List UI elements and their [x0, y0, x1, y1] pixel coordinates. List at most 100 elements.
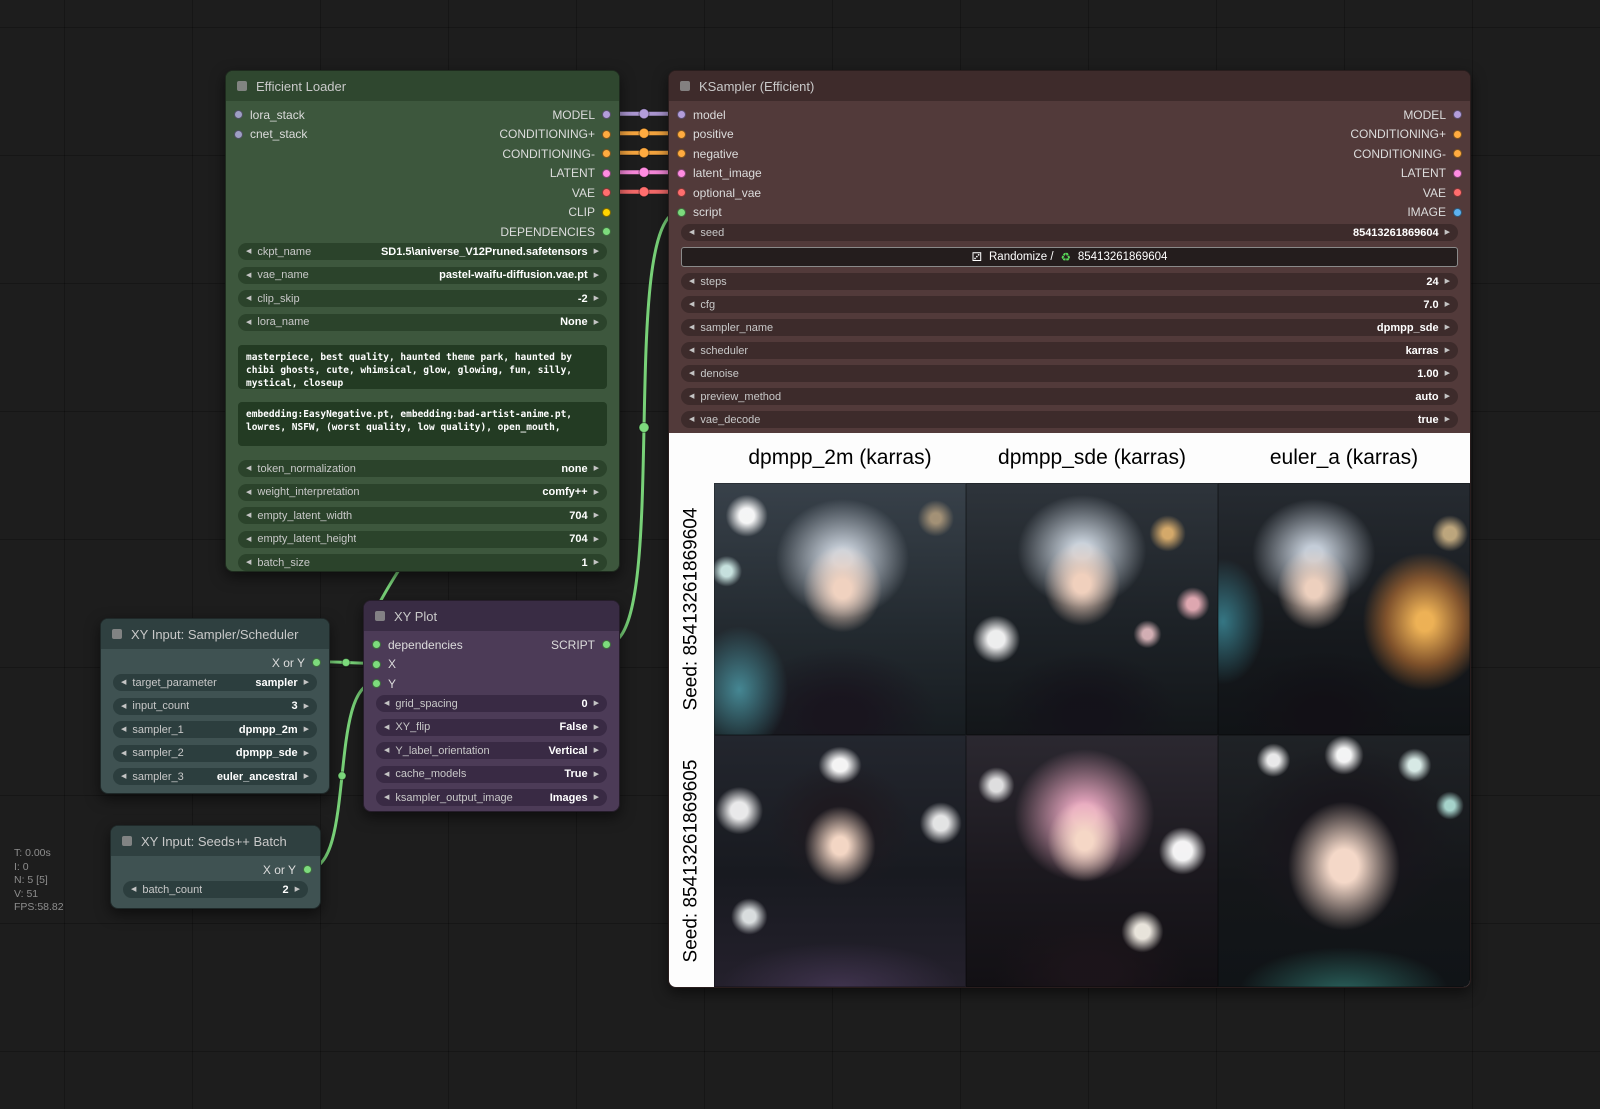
- x-input-dot[interactable]: [372, 660, 381, 669]
- latent-output-dot[interactable]: [602, 169, 611, 178]
- next-arrow-icon[interactable]: ▶: [1445, 324, 1450, 331]
- prev-arrow-icon[interactable]: ◀: [689, 347, 694, 354]
- prev-arrow-icon[interactable]: ◀: [246, 248, 251, 255]
- widget-batch-count[interactable]: ◀ batch_count 2 ▶: [123, 881, 308, 898]
- input-slot-y[interactable]: Y: [372, 674, 463, 694]
- next-arrow-icon[interactable]: ▶: [594, 771, 599, 778]
- prev-arrow-icon[interactable]: ◀: [689, 370, 694, 377]
- node-xy-input-sampler-scheduler[interactable]: XY Input: Sampler/Scheduler X or Y ◀ tar…: [100, 618, 330, 794]
- output-slot-latent[interactable]: LATENT: [499, 164, 611, 184]
- output-slot-latent[interactable]: LATENT: [1350, 164, 1462, 184]
- node-xy-plot[interactable]: XY Plot dependencies X Y SCRIPT ◀ grid_s…: [363, 600, 620, 812]
- next-arrow-icon[interactable]: ▶: [295, 886, 300, 893]
- next-arrow-icon[interactable]: ▶: [594, 272, 599, 279]
- input-slot-cnet-stack[interactable]: cnet_stack: [234, 125, 307, 145]
- node-header-xy-sampler[interactable]: XY Input: Sampler/Scheduler: [101, 619, 329, 649]
- output-slot-image[interactable]: IMAGE: [1350, 203, 1462, 223]
- positive-prompt-textarea[interactable]: masterpiece, best quality, haunted theme…: [238, 345, 607, 389]
- negative-prompt-textarea[interactable]: embedding:EasyNegative.pt, embedding:bad…: [238, 402, 607, 446]
- widget-sampler-name[interactable]: ◀ sampler_name dpmpp_sde ▶: [681, 319, 1458, 336]
- collapse-icon[interactable]: [680, 81, 690, 91]
- widget-grid-spacing[interactable]: ◀ grid_spacing 0 ▶: [376, 695, 607, 712]
- collapse-icon[interactable]: [375, 611, 385, 621]
- next-arrow-icon[interactable]: ▶: [304, 726, 309, 733]
- next-arrow-icon[interactable]: ▶: [1445, 301, 1450, 308]
- prev-arrow-icon[interactable]: ◀: [689, 324, 694, 331]
- widget-vae-name[interactable]: ◀ vae_name pastel-waifu-diffusion.vae.pt…: [238, 267, 607, 284]
- output-slot-conditioning-minus[interactable]: CONDITIONING-: [1350, 144, 1462, 164]
- next-arrow-icon[interactable]: ▶: [594, 700, 599, 707]
- next-arrow-icon[interactable]: ▶: [594, 559, 599, 566]
- next-arrow-icon[interactable]: ▶: [594, 465, 599, 472]
- node-header-efficient-loader[interactable]: Efficient Loader: [226, 71, 619, 101]
- widget-weight-interpretation[interactable]: ◀ weight_interpretation comfy++ ▶: [238, 484, 607, 501]
- prev-arrow-icon[interactable]: ◀: [121, 726, 126, 733]
- input-slot-lora-stack[interactable]: lora_stack: [234, 105, 307, 125]
- next-arrow-icon[interactable]: ▶: [1445, 229, 1450, 236]
- input-slot-optional-vae[interactable]: optional_vae: [677, 183, 762, 203]
- next-arrow-icon[interactable]: ▶: [594, 536, 599, 543]
- vae-output-dot[interactable]: [1453, 188, 1462, 197]
- prev-arrow-icon[interactable]: ◀: [246, 295, 251, 302]
- dependencies-output-dot[interactable]: [602, 227, 611, 236]
- widget-seed[interactable]: ◀ seed 85413261869604 ▶: [681, 224, 1458, 241]
- input-slot-latent-image[interactable]: latent_image: [677, 164, 762, 184]
- prev-arrow-icon[interactable]: ◀: [384, 724, 389, 731]
- next-arrow-icon[interactable]: ▶: [594, 512, 599, 519]
- next-arrow-icon[interactable]: ▶: [594, 319, 599, 326]
- output-slot-x-or-y[interactable]: X or Y: [263, 860, 312, 880]
- next-arrow-icon[interactable]: ▶: [304, 679, 309, 686]
- next-arrow-icon[interactable]: ▶: [1445, 416, 1450, 423]
- y-input-dot[interactable]: [372, 679, 381, 688]
- node-header-xy-plot[interactable]: XY Plot: [364, 601, 619, 631]
- vae-output-dot[interactable]: [602, 188, 611, 197]
- conditioning-minus-output-dot[interactable]: [602, 149, 611, 158]
- script-input-dot[interactable]: [677, 208, 686, 217]
- prev-arrow-icon[interactable]: ◀: [384, 747, 389, 754]
- script-output-dot[interactable]: [602, 640, 611, 649]
- randomize-seed-button[interactable]: ⚂ Randomize / ♻ 85413261869604: [681, 247, 1458, 267]
- widget-steps[interactable]: ◀ steps 24 ▶: [681, 273, 1458, 290]
- input-slot-positive[interactable]: positive: [677, 125, 762, 145]
- latent-image-input-dot[interactable]: [677, 169, 686, 178]
- prev-arrow-icon[interactable]: ◀: [121, 773, 126, 780]
- optional-vae-input-dot[interactable]: [677, 188, 686, 197]
- widget-cache-models[interactable]: ◀ cache_models True ▶: [376, 766, 607, 783]
- clip-output-dot[interactable]: [602, 208, 611, 217]
- output-slot-model[interactable]: MODEL: [1350, 105, 1462, 125]
- next-arrow-icon[interactable]: ▶: [594, 747, 599, 754]
- output-slot-model[interactable]: MODEL: [499, 105, 611, 125]
- widget-vae-decode[interactable]: ◀ vae_decode true ▶: [681, 411, 1458, 428]
- output-slot-vae[interactable]: VAE: [499, 183, 611, 203]
- widget-preview-method[interactable]: ◀ preview_method auto ▶: [681, 388, 1458, 405]
- prev-arrow-icon[interactable]: ◀: [384, 700, 389, 707]
- positive-input-dot[interactable]: [677, 130, 686, 139]
- model-input-dot[interactable]: [677, 110, 686, 119]
- dependencies-input-dot[interactable]: [372, 640, 381, 649]
- widget-target-parameter[interactable]: ◀ target_parameter sampler ▶: [113, 674, 317, 691]
- widget-token-normalization[interactable]: ◀ token_normalization none ▶: [238, 460, 607, 477]
- latent-output-dot[interactable]: [1453, 169, 1462, 178]
- conditioning-plus-output-dot[interactable]: [1453, 130, 1462, 139]
- prev-arrow-icon[interactable]: ◀: [246, 489, 251, 496]
- prev-arrow-icon[interactable]: ◀: [131, 886, 136, 893]
- prev-arrow-icon[interactable]: ◀: [384, 771, 389, 778]
- node-xy-input-seeds-batch[interactable]: XY Input: Seeds++ Batch X or Y ◀ batch_c…: [110, 825, 321, 909]
- prev-arrow-icon[interactable]: ◀: [689, 393, 694, 400]
- node-efficient-loader[interactable]: Efficient Loader lora_stack cnet_stack M…: [225, 70, 620, 572]
- widget-ksampler-output-image[interactable]: ◀ ksampler_output_image Images ▶: [376, 789, 607, 806]
- output-slot-conditioning-plus[interactable]: CONDITIONING+: [499, 125, 611, 145]
- widget-batch-size[interactable]: ◀ batch_size 1 ▶: [238, 554, 607, 571]
- prev-arrow-icon[interactable]: ◀: [246, 319, 251, 326]
- cnet-stack-input-dot[interactable]: [234, 130, 243, 139]
- prev-arrow-icon[interactable]: ◀: [689, 278, 694, 285]
- input-slot-x[interactable]: X: [372, 655, 463, 675]
- node-header-ksampler[interactable]: KSampler (Efficient): [669, 71, 1470, 101]
- widget-sampler-3[interactable]: ◀ sampler_3 euler_ancestral ▶: [113, 768, 317, 785]
- next-arrow-icon[interactable]: ▶: [594, 489, 599, 496]
- next-arrow-icon[interactable]: ▶: [304, 750, 309, 757]
- prev-arrow-icon[interactable]: ◀: [246, 272, 251, 279]
- output-slot-conditioning-minus[interactable]: CONDITIONING-: [499, 144, 611, 164]
- next-arrow-icon[interactable]: ▶: [594, 295, 599, 302]
- prev-arrow-icon[interactable]: ◀: [246, 512, 251, 519]
